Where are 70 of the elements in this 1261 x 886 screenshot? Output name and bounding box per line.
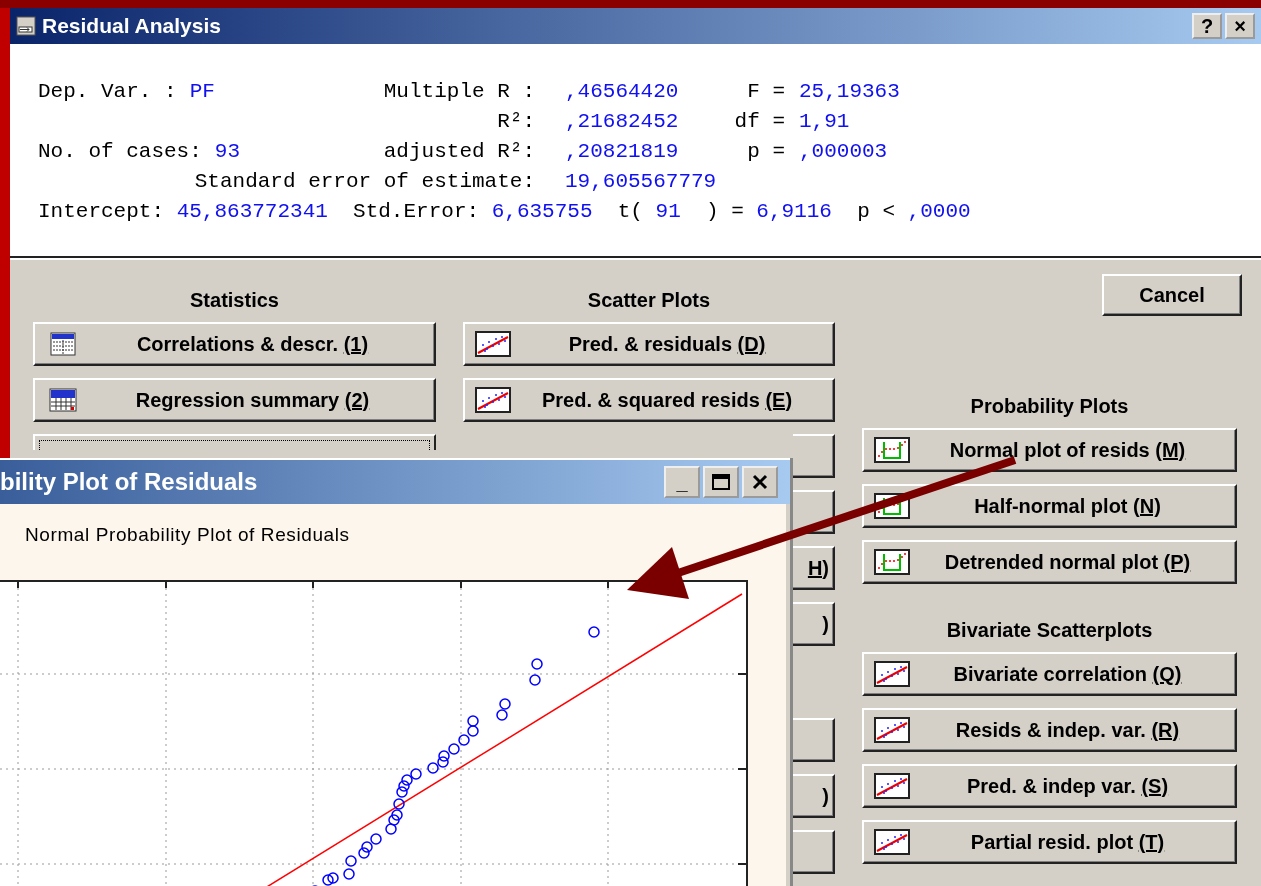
- stat-value: ,0000: [907, 199, 971, 223]
- close-button[interactable]: [742, 466, 778, 498]
- section-heading: Statistics: [189, 288, 280, 312]
- stat-label: ) =: [705, 199, 744, 223]
- stat-label: Std.Error:: [353, 199, 480, 223]
- stat-value: PF: [189, 79, 215, 103]
- action-button[interactable]: Regression summary (2): [33, 378, 436, 422]
- cancel-button[interactable]: Cancel: [1102, 274, 1242, 316]
- stat-label: adjusted R²:: [383, 139, 535, 163]
- window-title: Residual Analysis: [42, 14, 221, 38]
- probability-plot-icon: [874, 549, 910, 575]
- app-icon: [16, 16, 36, 36]
- stat-label: t(: [617, 199, 643, 223]
- close-button[interactable]: ×: [1225, 13, 1255, 39]
- action-button[interactable]: [793, 830, 835, 874]
- action-button[interactable]: [793, 434, 835, 478]
- stat-value: ,46564420: [565, 79, 679, 103]
- stat-value: ,20821819: [565, 139, 679, 163]
- action-button[interactable]: Normal plot of resids (M): [862, 428, 1237, 472]
- action-button[interactable]: [33, 434, 436, 450]
- action-button[interactable]: Bivariate correlation (Q): [862, 652, 1237, 696]
- stat-label: R²:: [497, 109, 535, 133]
- stat-label: p =: [747, 139, 785, 163]
- section-heading: Bivariate Scatterplots: [945, 618, 1154, 642]
- stat-value: 19,605567779: [565, 169, 717, 193]
- stat-value: ,000003: [799, 139, 888, 163]
- stat-label: Multiple R :: [383, 79, 535, 103]
- scatter-plot-icon: [874, 829, 910, 855]
- stat-label: df =: [734, 109, 785, 133]
- window-title: bility Plot of Residuals: [0, 468, 258, 496]
- scatter-plot-icon: [475, 387, 511, 413]
- action-button[interactable]: Pred. & residuals (D): [463, 322, 835, 366]
- stat-label: No. of cases:: [38, 139, 202, 163]
- help-button[interactable]: ?: [1192, 13, 1222, 39]
- stat-value: 93: [214, 139, 241, 163]
- stat-value: 1,91: [799, 109, 850, 133]
- probability-plot-icon: [874, 437, 910, 463]
- stat-value: 6,635755: [491, 199, 593, 223]
- maximize-button[interactable]: [703, 466, 739, 498]
- stat-label: Intercept:: [38, 199, 165, 223]
- stat-value: 6,9116: [756, 199, 832, 223]
- section-heading: Scatter Plots: [586, 288, 712, 312]
- action-button[interactable]: Partial resid. plot (T): [862, 820, 1237, 864]
- action-button[interactable]: ): [793, 602, 835, 646]
- stat-label: Standard error of estimate:: [194, 169, 535, 193]
- scatter-plot-icon: [874, 661, 910, 687]
- action-button[interactable]: Half-normal plot (N): [862, 484, 1237, 528]
- stat-label: Dep. Var. :: [38, 79, 177, 103]
- stat-value: 45,863772341: [176, 199, 328, 223]
- minimize-button[interactable]: _: [664, 466, 700, 498]
- action-button[interactable]: Resids & indep. var. (R): [862, 708, 1237, 752]
- close-icon: [751, 474, 769, 490]
- action-button[interactable]: Correlations & descr. (1): [33, 322, 436, 366]
- section-heading: Probability Plots: [969, 394, 1130, 418]
- scatter-plot-icon: [475, 331, 511, 357]
- scatter-plot-icon: [874, 717, 910, 743]
- action-button[interactable]: ): [793, 774, 835, 818]
- action-button[interactable]: [793, 718, 835, 762]
- stat-label: p <: [857, 199, 895, 223]
- stat-label: F =: [747, 79, 785, 103]
- stat-value: 91: [655, 199, 681, 223]
- stat-value: ,21682452: [565, 109, 679, 133]
- action-button[interactable]: H): [793, 546, 835, 590]
- action-button[interactable]: Pred. & indep var. (S): [862, 764, 1237, 808]
- maximize-icon: [711, 473, 731, 491]
- action-button[interactable]: Detrended normal plot (P): [862, 540, 1237, 584]
- scatter-plot-icon: [874, 773, 910, 799]
- action-button[interactable]: Pred. & squared resids (E): [463, 378, 835, 422]
- plot-caption: Normal Probability Plot of Residuals: [24, 523, 351, 547]
- stat-value: 25,19363: [799, 79, 900, 103]
